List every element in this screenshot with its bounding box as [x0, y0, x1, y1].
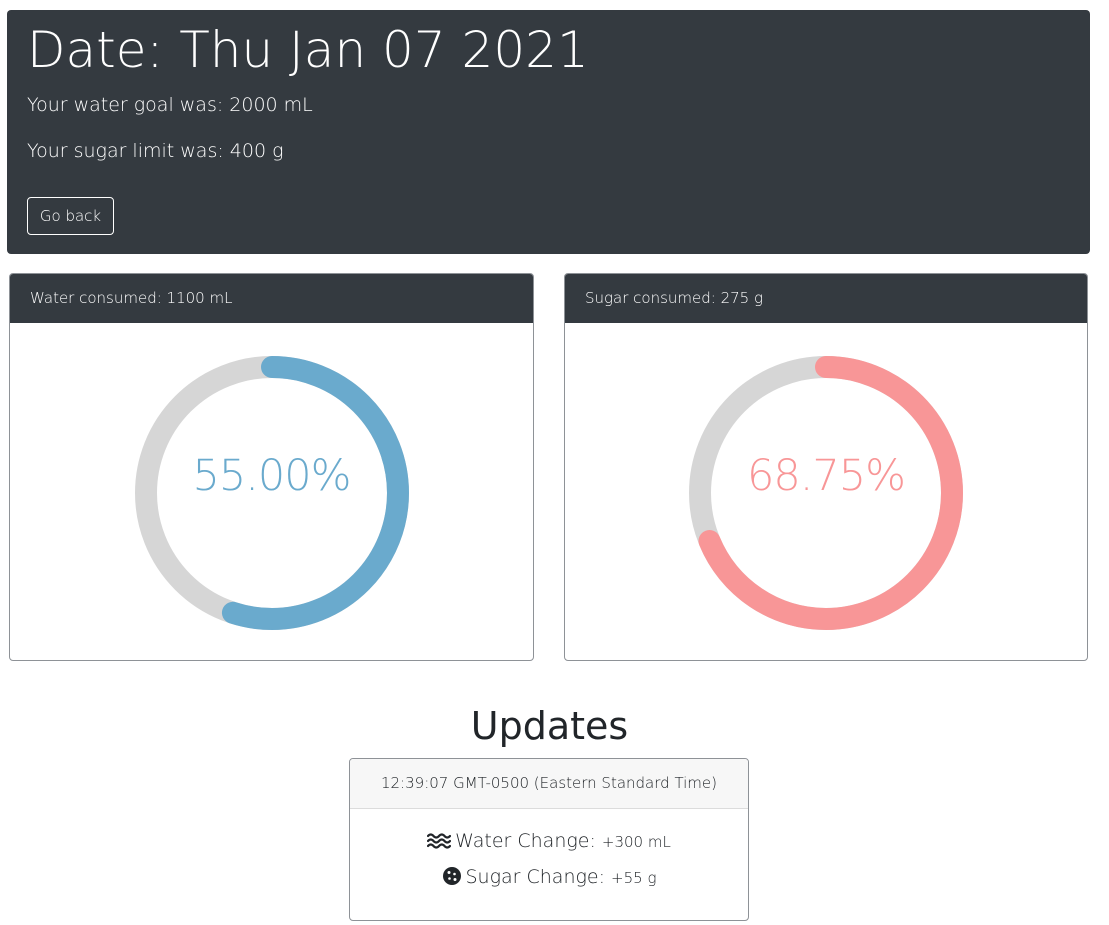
- water-percent-label: 55.00%: [192, 451, 352, 501]
- sugar-percent-label: 68.75%: [747, 451, 906, 501]
- sugar-limit-text: Your sugar limit was: 400 g: [27, 140, 284, 162]
- go-back-button[interactable]: Go back: [27, 197, 114, 235]
- sugar-consumed-header: Sugar consumed: 275 g: [565, 274, 1087, 323]
- water-goal-text: Your water goal was: 2000 mL: [27, 94, 313, 116]
- water-progress-gauge: 55.00%: [10, 323, 533, 660]
- water-consumed-header: Water consumed: 1100 mL: [10, 274, 533, 323]
- day-summary-header: Date: Thu Jan 07 2021 Your water goal wa…: [7, 10, 1090, 254]
- water-consumed-card: Water consumed: 1100 mL 55.00%: [9, 273, 534, 661]
- sugar-change-label: Sugar Change:: [465, 866, 606, 888]
- updates-title: Updates: [470, 704, 629, 748]
- water-change-row: Water Change: +300 mL: [350, 829, 748, 854]
- update-entry-card: 12:39:07 GMT-0500 (Eastern Standard Time…: [349, 758, 749, 921]
- water-waves-icon: [427, 833, 452, 849]
- sugar-change-row: Sugar Change: +55 g: [350, 865, 748, 890]
- page-title: Date: Thu Jan 07 2021: [27, 21, 589, 79]
- sugar-change-value: +55 g: [611, 869, 657, 887]
- sugar-progress-gauge: 68.75%: [565, 323, 1087, 660]
- update-timestamp: 12:39:07 GMT-0500 (Eastern Standard Time…: [350, 759, 748, 809]
- cookie-icon: [442, 867, 461, 885]
- water-change-value: +300 mL: [601, 833, 671, 851]
- sugar-consumed-card: Sugar consumed: 275 g 68.75%: [564, 273, 1088, 661]
- water-change-label: Water Change:: [455, 830, 596, 852]
